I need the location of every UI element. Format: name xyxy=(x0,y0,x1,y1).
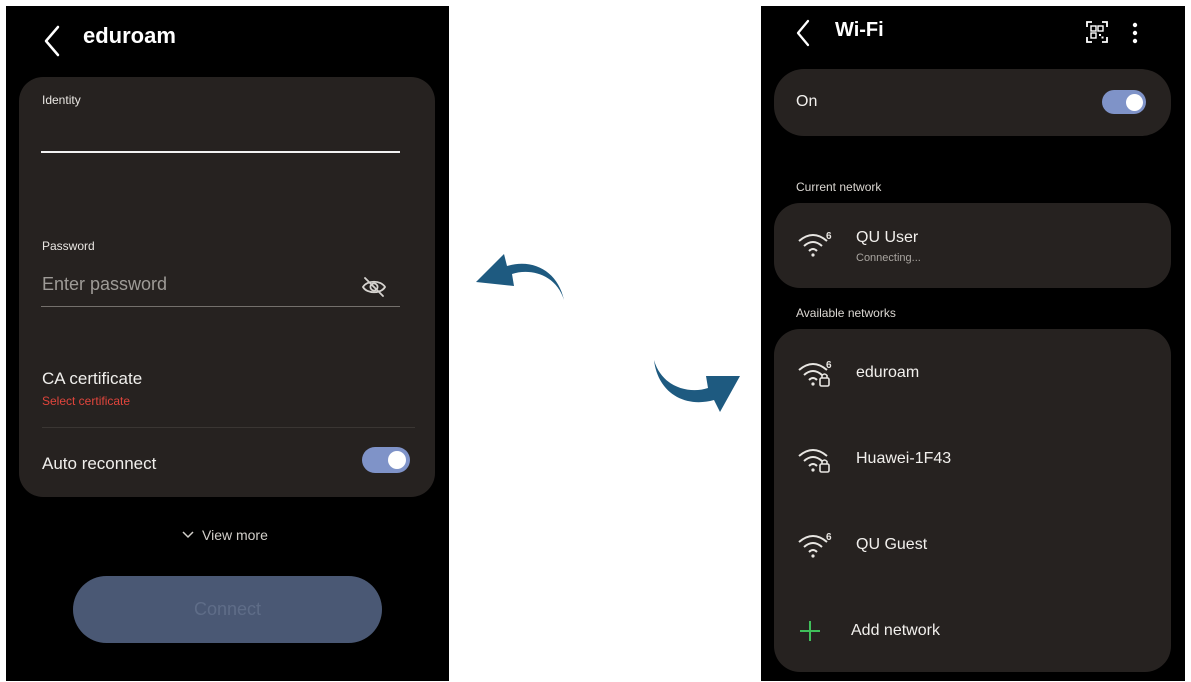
eduroam-settings-screen: eduroam Identity Password Enter password… xyxy=(6,6,449,681)
ca-certificate-value[interactable]: Select certificate xyxy=(42,394,130,408)
back-icon[interactable] xyxy=(40,23,64,59)
network-name: QU Guest xyxy=(856,536,928,553)
back-icon[interactable] xyxy=(793,18,813,48)
network-row-huawei[interactable]: Huawei-1F43 xyxy=(774,429,1171,489)
more-options-icon[interactable] xyxy=(1132,22,1138,44)
current-network-card[interactable]: 6 QU User Connecting... xyxy=(774,203,1171,288)
lock-icon xyxy=(819,373,830,387)
network-status: Connecting... xyxy=(856,252,921,264)
wifi-6-badge: 6 xyxy=(826,532,832,543)
connect-button[interactable]: Connect xyxy=(73,576,382,643)
wifi-icon xyxy=(798,449,830,473)
wifi-6-badge: 6 xyxy=(826,231,832,242)
auto-reconnect-label: Auto reconnect xyxy=(42,454,157,473)
password-input[interactable]: Enter password xyxy=(42,274,167,295)
network-row-qu-guest[interactable]: 6 QU Guest xyxy=(774,515,1171,575)
curved-arrow-icon xyxy=(476,254,564,300)
add-network-label: Add network xyxy=(851,622,940,639)
add-network-row[interactable]: Add network xyxy=(774,601,1171,661)
page-title: eduroam xyxy=(83,23,176,48)
eye-off-icon[interactable] xyxy=(361,276,387,298)
divider xyxy=(42,427,415,428)
network-name: eduroam xyxy=(856,364,920,381)
wifi-icon: 6 xyxy=(798,360,832,387)
qr-code-icon[interactable] xyxy=(1085,20,1109,44)
wifi-on-label: On xyxy=(796,93,818,110)
available-networks-card: 6 eduroam Huawei-1F43 6 QU Guest Add net… xyxy=(774,329,1171,672)
plus-icon xyxy=(800,621,820,641)
network-name: QU User xyxy=(856,229,919,246)
view-more-button[interactable]: View more xyxy=(182,527,268,543)
wifi-toggle[interactable] xyxy=(1102,90,1146,114)
toggle-knob xyxy=(1125,93,1143,111)
ca-certificate-label[interactable]: CA certificate xyxy=(42,369,142,389)
wifi-icon: 6 xyxy=(798,532,832,558)
password-underline xyxy=(41,306,400,307)
network-name: Huawei-1F43 xyxy=(856,450,952,467)
lock-icon xyxy=(819,459,830,473)
identity-label: Identity xyxy=(42,93,81,107)
toggle-knob xyxy=(388,451,406,469)
wifi-icon: 6 xyxy=(798,231,832,257)
identity-input[interactable] xyxy=(41,151,400,153)
available-networks-header: Available networks xyxy=(796,306,896,320)
wifi-master-toggle-card[interactable]: On xyxy=(774,69,1171,136)
network-row-eduroam[interactable]: 6 eduroam xyxy=(774,343,1171,403)
wifi-screen: Wi-Fi On Current network 6 QU User Conne… xyxy=(761,6,1185,681)
view-more-label: View more xyxy=(202,527,268,543)
wifi-6-badge: 6 xyxy=(826,360,832,371)
network-settings-card: Identity Password Enter password CA cert… xyxy=(19,77,435,497)
current-network-header: Current network xyxy=(796,180,882,194)
curved-arrow-icon xyxy=(654,360,740,412)
page-title: Wi-Fi xyxy=(835,19,884,41)
chevron-down-icon xyxy=(182,531,194,539)
auto-reconnect-toggle[interactable] xyxy=(362,447,410,473)
password-label: Password xyxy=(42,239,95,253)
